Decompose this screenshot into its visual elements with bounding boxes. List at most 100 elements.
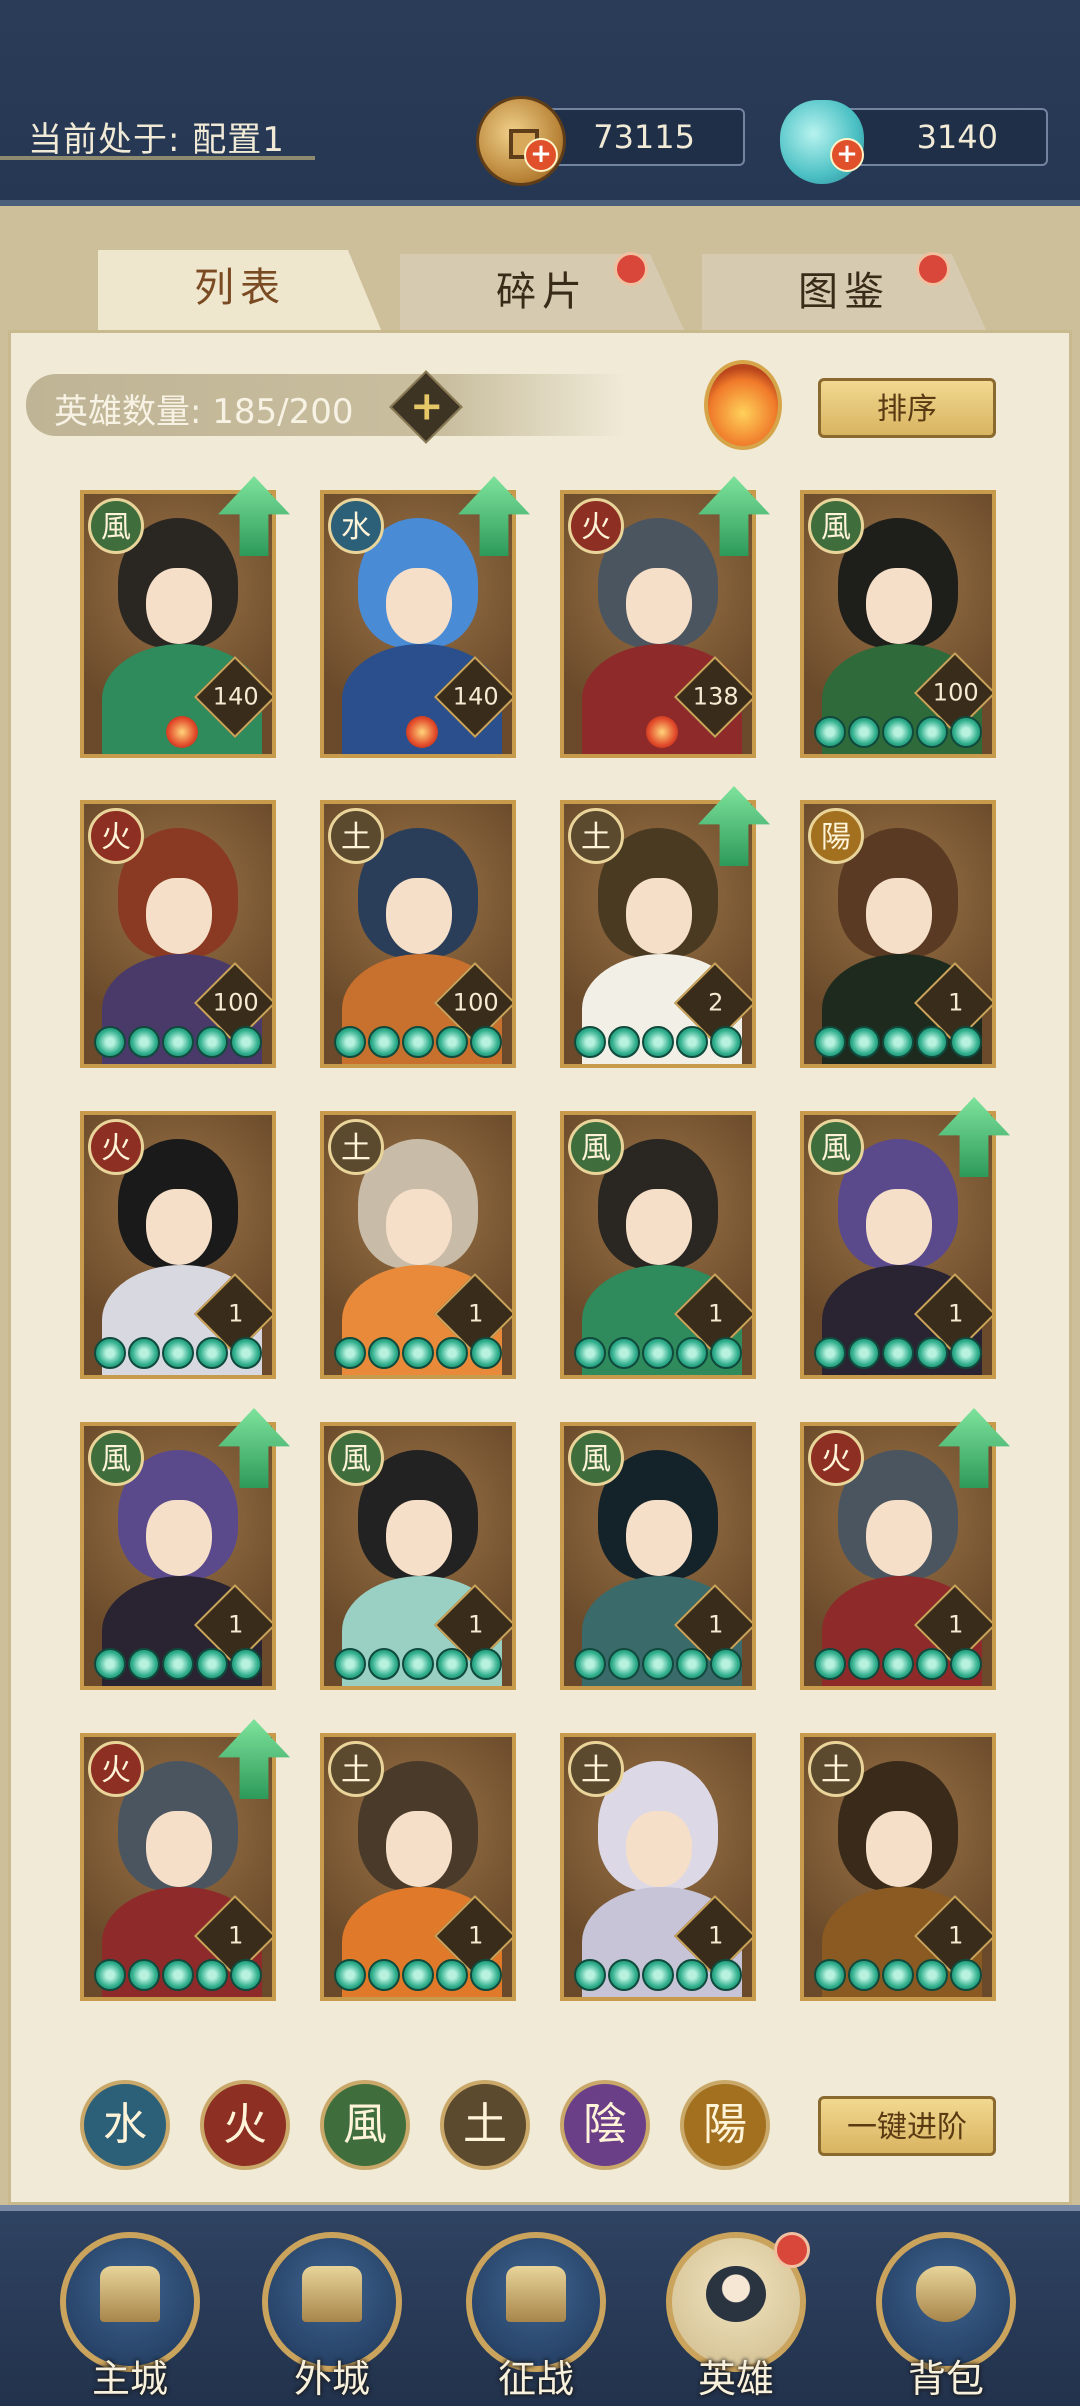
jade-star-icon	[848, 1959, 880, 1991]
equipment-flame-icon	[406, 716, 438, 748]
jade-star-icon	[436, 1959, 468, 1991]
filter-water-button[interactable]: 水	[80, 2080, 170, 2170]
hero-level: 1	[708, 1299, 724, 1328]
hero-card[interactable]: 火 100	[80, 800, 276, 1068]
jade-star-icon	[368, 1648, 400, 1680]
hero-card[interactable]: 土1	[320, 1111, 516, 1379]
jade-star-icon	[676, 1337, 708, 1369]
filter-fire-button[interactable]: 火	[200, 2080, 290, 2170]
hero-face	[386, 1811, 452, 1887]
nav-label: 背包	[907, 2357, 984, 2401]
filter-yin-button[interactable]: 陰	[560, 2080, 650, 2170]
hero-face	[866, 1811, 932, 1887]
jade-star-icon	[710, 1648, 742, 1680]
filter-yang-button[interactable]: 陽	[680, 2080, 770, 2170]
hero-level: 2	[708, 988, 724, 1017]
jade-star-icon	[334, 1959, 366, 1991]
bag-icon	[916, 2266, 976, 2322]
star-rating	[574, 1959, 742, 1991]
add-copper-button[interactable]: +	[524, 138, 558, 172]
jade-star-icon	[642, 1026, 674, 1058]
hero-level: 1	[948, 1299, 964, 1328]
hero-card[interactable]: 土 100	[320, 800, 516, 1068]
sort-button[interactable]: 排序	[818, 378, 996, 438]
element-wood-icon: 風	[88, 498, 144, 554]
hero-level: 1	[948, 1610, 964, 1639]
element-earth-icon: 土	[568, 1741, 624, 1797]
hero-card[interactable]: 風1	[560, 1422, 756, 1690]
jade-star-icon	[436, 1648, 468, 1680]
hero-level: 1	[468, 1299, 484, 1328]
config-underline	[0, 156, 315, 160]
filter-earth-button[interactable]: 土	[440, 2080, 530, 2170]
hero-card[interactable]: 火1	[80, 1111, 276, 1379]
nav-label: 英雄	[697, 2357, 774, 2401]
jade-star-icon	[574, 1026, 606, 1058]
jade-star-icon	[608, 1026, 640, 1058]
jade-star-icon	[608, 1959, 640, 1991]
copper-coin-value: 73115	[593, 118, 695, 156]
hero-card[interactable]: 土1	[320, 1733, 516, 2001]
star-rating	[814, 716, 982, 748]
element-fire-icon: 火	[808, 1430, 864, 1486]
codex-notification-dot	[916, 252, 950, 286]
jade-star-icon	[334, 1026, 366, 1058]
element-fire-icon: 火	[568, 498, 624, 554]
jade-star-icon	[368, 1337, 400, 1369]
fire-icon[interactable]	[704, 360, 782, 450]
filter-wood-button[interactable]: 風	[320, 2080, 410, 2170]
copper-coin-icon	[476, 96, 566, 186]
jade-star-icon	[950, 1648, 982, 1680]
hero-face	[146, 1811, 212, 1887]
hero-face	[626, 1811, 692, 1887]
one-click-advance-button[interactable]: 一键进阶	[818, 2096, 996, 2156]
jade-star-icon	[334, 1337, 366, 1369]
config-label[interactable]: 当前处于: 配置1	[28, 112, 285, 161]
add-jade-button[interactable]: +	[830, 138, 864, 172]
tab-list[interactable]: 列表	[98, 250, 382, 332]
jade-star-icon	[94, 1648, 126, 1680]
element-wood-icon: 風	[568, 1430, 624, 1486]
hero-card[interactable]: 土1	[560, 1733, 756, 2001]
hero-card[interactable]: 陽1	[800, 800, 996, 1068]
jade-star-icon	[916, 1026, 948, 1058]
jade-star-icon	[710, 1026, 742, 1058]
star-rating	[574, 1026, 742, 1058]
hero-face	[386, 878, 452, 954]
hero-face	[866, 568, 932, 644]
hero-face	[146, 568, 212, 644]
jade-star-icon	[574, 1959, 606, 1991]
jade-star-icon	[574, 1337, 606, 1369]
jade-star-icon	[848, 1337, 880, 1369]
hero-level: 1	[228, 1299, 244, 1328]
hero-card[interactable]: 土1	[800, 1733, 996, 2001]
hero-card[interactable]: 風1	[560, 1111, 756, 1379]
element-wood-icon: 風	[568, 1119, 624, 1175]
jade-star-icon	[814, 1337, 846, 1369]
hero-face	[626, 568, 692, 644]
jade-star-icon	[916, 1337, 948, 1369]
hero-level: 1	[468, 1610, 484, 1639]
jade-star-icon	[470, 1026, 502, 1058]
star-rating	[814, 1959, 982, 1991]
jade-star-icon	[882, 716, 914, 748]
element-yang-icon: 陽	[808, 808, 864, 864]
nav-label: 外城	[293, 2357, 370, 2401]
jade-star-icon	[848, 716, 880, 748]
jade-star-icon	[196, 1959, 228, 1991]
jade-star-icon	[436, 1026, 468, 1058]
jade-star-icon	[848, 1026, 880, 1058]
hero-card[interactable]: 風 100	[800, 490, 996, 758]
jade-star-icon	[814, 1026, 846, 1058]
war-horn-icon	[506, 2266, 566, 2322]
jade-star-icon	[676, 1026, 708, 1058]
hero-card[interactable]: 風1	[320, 1422, 516, 1690]
jade-star-icon	[402, 1648, 434, 1680]
jade-star-icon	[916, 1959, 948, 1991]
jade-star-icon	[128, 1959, 160, 1991]
jade-star-icon	[608, 1648, 640, 1680]
star-rating	[574, 1648, 742, 1680]
jade-star-icon	[916, 1648, 948, 1680]
equipment-flame-icon	[646, 716, 678, 748]
star-rating	[814, 1648, 982, 1680]
